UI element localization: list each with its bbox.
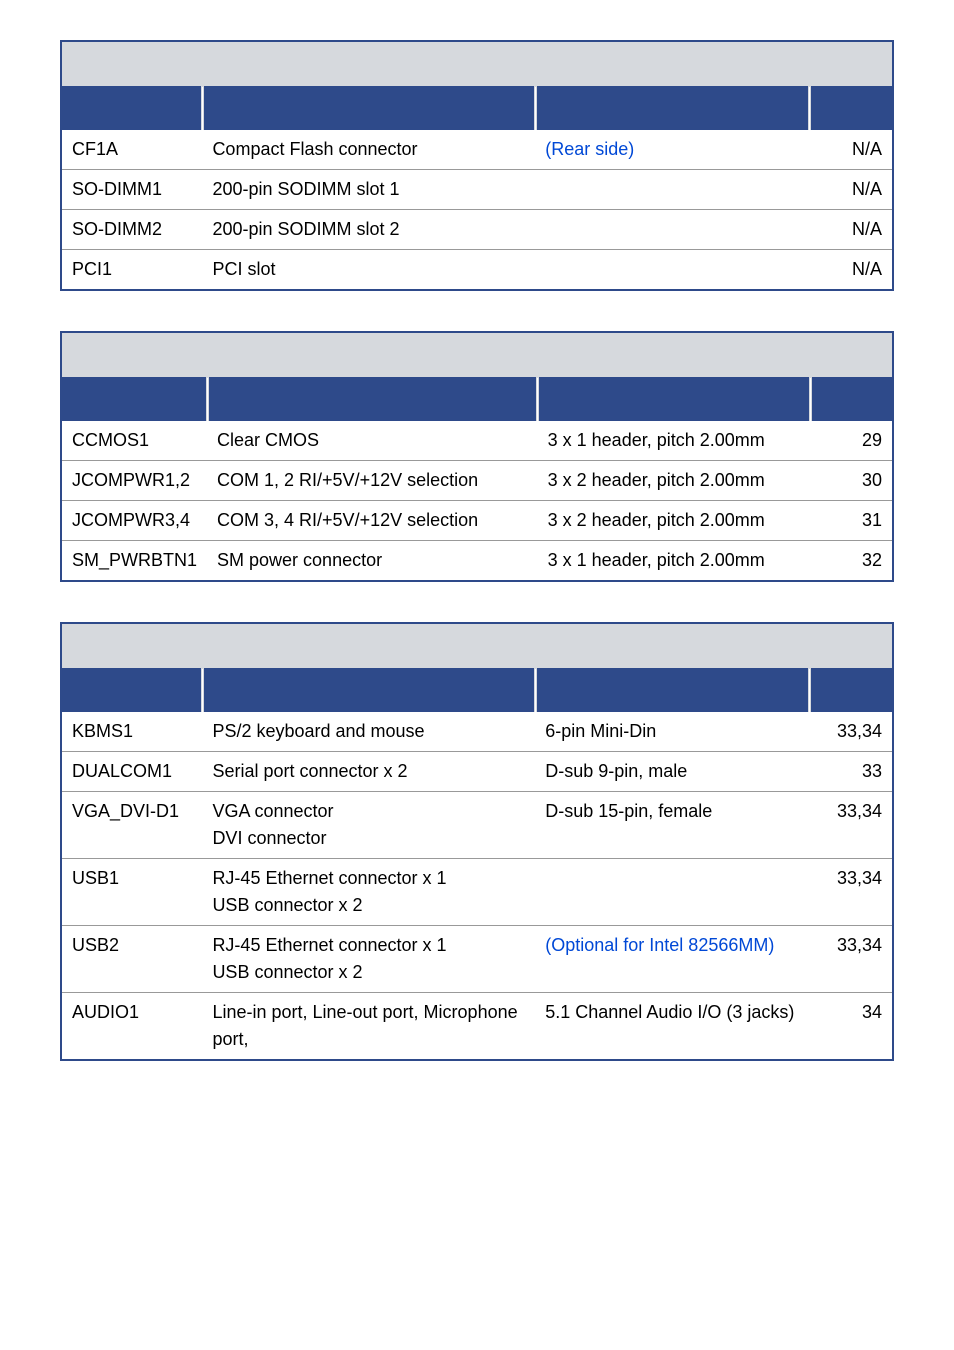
table-row: AUDIO1 Line-in port, Line-out port, Micr… [61, 993, 893, 1061]
table-row: USB2 RJ-45 Ethernet connector x 1 USB co… [61, 926, 893, 993]
table-row: JCOMPWR3,4 COM 3, 4 RI/+5V/+12V selectio… [61, 501, 893, 541]
table-row: CF1A Compact Flash connector (Rear side)… [61, 130, 893, 170]
table-row: KBMS1 PS/2 keyboard and mouse 6-pin Mini… [61, 712, 893, 752]
cell-label: CF1A [61, 130, 202, 170]
slots-table: CF1A Compact Flash connector (Rear side)… [60, 40, 894, 291]
connectors-table: KBMS1 PS/2 keyboard and mouse 6-pin Mini… [60, 622, 894, 1061]
table-row: SM_PWRBTN1 SM power connector 3 x 1 head… [61, 541, 893, 582]
cell-func: Compact Flash connector [202, 130, 535, 170]
table-row: DUALCOM1 Serial port connector x 2 D-sub… [61, 752, 893, 792]
table-row: VGA_DVI-D1 VGA connector DVI connector D… [61, 792, 893, 859]
table-row: CCMOS1 Clear CMOS 3 x 1 header, pitch 2.… [61, 421, 893, 461]
cell-page: N/A [810, 130, 893, 170]
jumpers-table: CCMOS1 Clear CMOS 3 x 1 header, pitch 2.… [60, 331, 894, 582]
table-row: JCOMPWR1,2 COM 1, 2 RI/+5V/+12V selectio… [61, 461, 893, 501]
table-row: SO-DIMM1 200-pin SODIMM slot 1 N/A [61, 170, 893, 210]
cell-type: (Rear side) [535, 130, 810, 170]
table-row: SO-DIMM2 200-pin SODIMM slot 2 N/A [61, 210, 893, 250]
table-row: PCI1 PCI slot N/A [61, 250, 893, 291]
table-row: USB1 RJ-45 Ethernet connector x 1 USB co… [61, 859, 893, 926]
